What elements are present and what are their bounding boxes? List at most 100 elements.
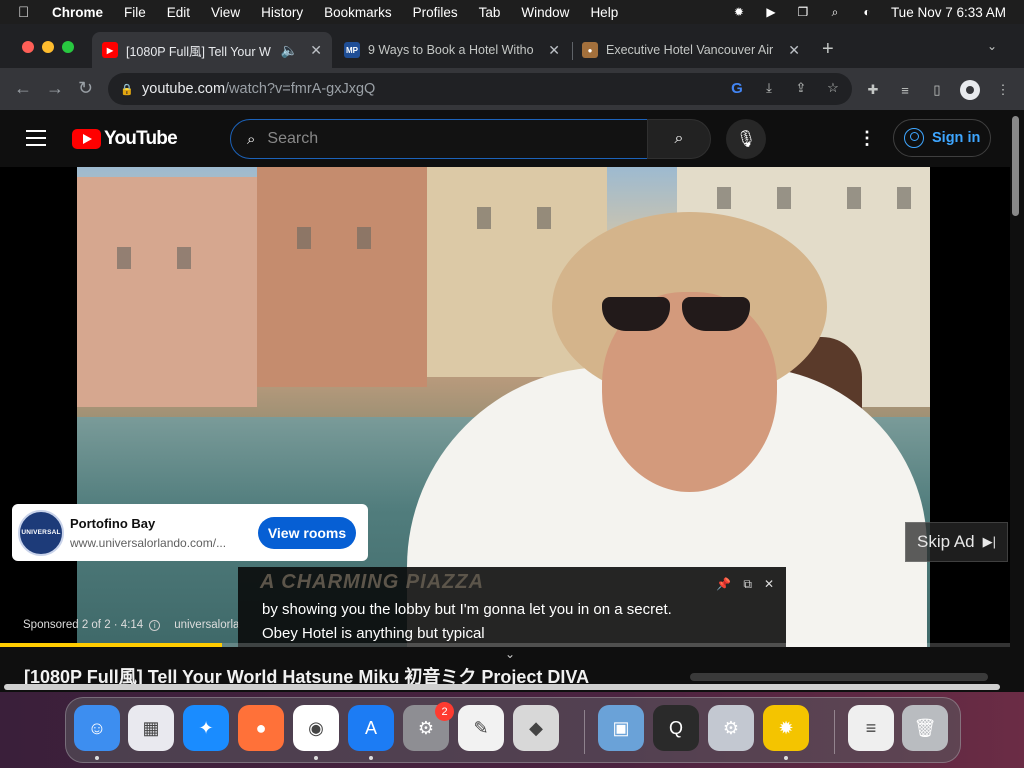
lock-icon[interactable]: 🔒	[120, 83, 134, 96]
menu-window[interactable]: Window	[521, 5, 569, 20]
universal-logo[interactable]: UNIVERSAL	[18, 509, 64, 556]
window-status-icon[interactable]: ❐	[795, 5, 811, 19]
youtube-header: YouTube ⌕ ⌕ 🎙 ⋮ Sign in	[0, 110, 1010, 167]
close-window-button[interactable]	[22, 41, 34, 53]
dock-app-finder[interactable]: ☺	[74, 705, 120, 751]
profile-avatar-icon[interactable]	[960, 80, 980, 100]
sponsored-info: Sponsored 2 of 2 · 4:14 i universalorla	[23, 619, 239, 631]
pin-icon[interactable]: 📌	[716, 577, 731, 592]
caption-window[interactable]: A CHARMING PIAZZA 📌 ⧉ ✕ by showing you t…	[238, 567, 786, 647]
menu-tab[interactable]: Tab	[479, 5, 501, 20]
notes-file-icon: ≡	[865, 717, 877, 738]
menu-history[interactable]: History	[261, 5, 303, 20]
view-rooms-button[interactable]: View rooms	[258, 516, 356, 549]
settings-utility-icon: ⚙	[722, 717, 740, 738]
menu-view[interactable]: View	[211, 5, 240, 20]
dock-app-textedit[interactable]: ✎	[458, 705, 504, 751]
dock: ☺ ▦ ✦ ● ◉ A ⚙ 2 ✎ ◆ ▣ Q ⚙ ✹ ≡ 🗑	[65, 697, 961, 763]
preview-icon: ▣	[612, 717, 630, 738]
dock-app-app-store[interactable]: A	[348, 705, 394, 751]
google-lens-icon[interactable]: G	[728, 79, 746, 97]
search-input[interactable]	[267, 130, 608, 148]
tab-executive-hotel[interactable]: ● Executive Hotel Vancouver Air ✕	[572, 32, 810, 68]
menu-file[interactable]: File	[124, 5, 146, 20]
ad-url[interactable]: www.universalorlando.com/...	[70, 536, 250, 550]
menu-app-name[interactable]: Chrome	[52, 5, 103, 20]
close-tab-icon[interactable]: ✕	[548, 42, 560, 59]
chrome-icon: ◉	[308, 717, 324, 738]
dock-app-system-settings[interactable]: ⚙ 2	[403, 702, 454, 751]
expand-chevron-icon[interactable]: ⌄	[505, 647, 515, 661]
popout-icon[interactable]: ⧉	[743, 577, 752, 592]
tab-search-chevron-icon[interactable]: ⌄	[987, 39, 997, 53]
youtube-logo[interactable]: YouTube	[72, 128, 178, 150]
bookmark-star-icon[interactable]: ☆	[824, 79, 842, 97]
sign-in-button[interactable]: Sign in	[893, 119, 991, 157]
horizontal-scroll-thumb[interactable]	[690, 673, 988, 681]
control-center-icon[interactable]: ◐	[859, 5, 875, 19]
dock-app-firefox[interactable]: ●	[238, 705, 284, 751]
side-panel-icon[interactable]: ▯	[928, 81, 946, 99]
sponsored-domain[interactable]: universalorla	[174, 619, 239, 631]
skip-ad-label: Skip Ad	[916, 532, 975, 551]
back-icon[interactable]: ←	[14, 78, 32, 99]
dock-app-settings-utility[interactable]: ⚙	[708, 705, 754, 751]
dock-app-notes-file[interactable]: ≡	[848, 705, 894, 751]
tab-youtube[interactable]: ▶ [1080P Full風] Tell Your W 🔈 ✕	[92, 32, 332, 68]
search-box[interactable]: ⌕	[230, 119, 648, 159]
install-app-icon[interactable]: ⤓	[760, 79, 778, 97]
ad-card[interactable]: UNIVERSAL Portofino Bay www.universalorl…	[12, 504, 368, 561]
dock-app-chrome[interactable]: ◉	[293, 705, 339, 751]
address-bar[interactable]: 🔒 youtube.com/watch?v=fmrA-gxJxgQ G ⤓ ⇪ …	[108, 73, 852, 105]
search-button[interactable]: ⌕	[647, 119, 711, 159]
play-status-icon[interactable]: ▶	[763, 5, 779, 19]
media-controls-icon[interactable]: ≡	[896, 81, 914, 99]
dock-app-launchpad[interactable]: ▦	[128, 705, 174, 751]
close-captions-icon[interactable]: ✕	[764, 577, 774, 592]
minimize-window-button[interactable]	[42, 41, 54, 53]
spotlight-icon[interactable]: ⌕	[827, 5, 843, 19]
menu-edit[interactable]: Edit	[167, 5, 190, 20]
forward-icon[interactable]: →	[46, 78, 64, 99]
account-icon	[904, 128, 924, 148]
bee-status-icon[interactable]: ✹	[731, 5, 747, 19]
dock-app-roblox[interactable]: ◆	[513, 705, 559, 751]
close-tab-icon[interactable]: ✕	[788, 42, 800, 59]
menu-help[interactable]: Help	[590, 5, 618, 20]
system-settings-icon: ⚙	[417, 717, 435, 738]
voice-search-mic-icon[interactable]: 🎙	[726, 119, 766, 159]
dock-app-bee-app[interactable]: ✹	[763, 705, 809, 751]
finder-icon: ☺	[87, 717, 107, 738]
speaker-icon[interactable]: 🔈	[281, 42, 298, 59]
chrome-menu-icon[interactable]: ⋮	[994, 81, 1012, 99]
horizontal-scrollbar[interactable]	[4, 684, 1000, 690]
close-tab-icon[interactable]: ✕	[310, 42, 322, 59]
below-video: ⌄ [1080P Full風] Tell Your World Hatsune …	[0, 647, 1010, 692]
dock-app-preview[interactable]: ▣	[598, 705, 644, 751]
fullscreen-window-button[interactable]	[62, 41, 74, 53]
dock-app-safari[interactable]: ✦	[183, 705, 229, 751]
dock-app-trash[interactable]: 🗑	[902, 705, 948, 751]
tab-strip: ▶ [1080P Full風] Tell Your W 🔈 ✕ MP 9 Way…	[0, 24, 1024, 68]
browser-toolbar: ← → ↻ 🔒 youtube.com/watch?v=fmrA-gxJxgQ …	[0, 68, 1024, 110]
ad-title[interactable]: Portofino Bay	[70, 516, 250, 531]
extensions-icon[interactable]: ✚	[864, 81, 882, 99]
reload-icon[interactable]: ↻	[78, 78, 93, 99]
url-text[interactable]: youtube.com/watch?v=fmrA-gxJxgQ	[142, 81, 375, 97]
menu-profiles[interactable]: Profiles	[413, 5, 458, 20]
info-icon[interactable]: i	[149, 619, 161, 631]
dock-app-quicktime[interactable]: Q	[653, 705, 699, 751]
tab-booking-article[interactable]: MP 9 Ways to Book a Hotel Witho ✕	[334, 32, 570, 68]
video-player[interactable]: UNIVERSAL Portofino Bay www.universalorl…	[0, 167, 1010, 647]
skip-ad-button[interactable]: Skip Ad ▶|	[905, 522, 1008, 562]
hamburger-menu-icon[interactable]	[26, 130, 46, 146]
new-tab-icon[interactable]: +	[822, 38, 834, 61]
share-icon[interactable]: ⇪	[792, 79, 810, 97]
window-decor	[297, 227, 311, 249]
settings-kebab-icon[interactable]: ⋮	[858, 128, 876, 148]
apple-menu-icon[interactable]: 	[18, 4, 36, 21]
url-path: /watch?v=fmrA-gxJxgQ	[225, 81, 376, 97]
menu-bookmarks[interactable]: Bookmarks	[324, 5, 392, 20]
vertical-scrollbar[interactable]	[1012, 116, 1019, 216]
clock[interactable]: Tue Nov 7 6:33 AM	[891, 5, 1006, 20]
